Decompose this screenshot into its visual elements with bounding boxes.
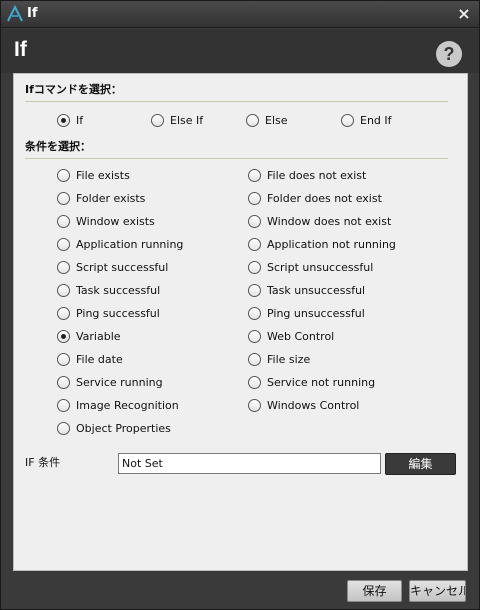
condition-radio-right-5[interactable]: Task unsuccessful <box>248 282 365 298</box>
radio-unchecked-icon[interactable] <box>57 214 70 228</box>
divider <box>25 158 448 159</box>
radio-label: Service not running <box>267 375 376 389</box>
radio-unchecked-icon[interactable] <box>248 191 261 205</box>
condition-radio-right-6[interactable]: Ping unsuccessful <box>248 305 365 321</box>
radio-label: Application running <box>76 237 184 251</box>
radio-unchecked-icon[interactable] <box>57 352 70 366</box>
radio-unchecked-icon[interactable] <box>57 398 70 412</box>
radio-checked-icon[interactable] <box>57 113 70 127</box>
window-title: If <box>27 6 38 21</box>
radio-label: Script successful <box>76 260 169 274</box>
radio-label: Windows Control <box>267 398 360 412</box>
radio-label: Script unsuccessful <box>267 260 374 274</box>
radio-unchecked-icon[interactable] <box>248 214 261 228</box>
radio-label: Object Properties <box>76 421 171 435</box>
radio-label: End If <box>360 113 392 127</box>
radio-unchecked-icon[interactable] <box>57 191 70 205</box>
radio-unchecked-icon[interactable] <box>248 237 261 251</box>
radio-label: File does not exist <box>267 168 367 182</box>
radio-unchecked-icon[interactable] <box>57 375 70 389</box>
radio-label: File exists <box>76 168 130 182</box>
radio-label: File date <box>76 352 123 366</box>
radio-label: Else <box>265 113 288 127</box>
radio-unchecked-icon[interactable] <box>246 113 259 127</box>
condition-radio-right-2[interactable]: Window does not exist <box>248 213 391 229</box>
radio-label: Window exists <box>76 214 155 228</box>
condition-radio-left-9[interactable]: Service running <box>57 374 163 390</box>
condition-radio-right-4[interactable]: Script unsuccessful <box>248 259 373 275</box>
cancel-button[interactable]: キャンセル <box>409 580 466 602</box>
main-panel: Ifコマンドを選択： If Else If Else End If 条件を選択： Fi… <box>13 73 468 571</box>
close-icon[interactable]: × <box>456 5 472 23</box>
condition-radio-right-3[interactable]: Application not running <box>248 236 396 252</box>
command-radio-1[interactable]: Else If <box>151 112 203 128</box>
radio-unchecked-icon[interactable] <box>248 260 261 274</box>
title-bar[interactable]: If × <box>1 1 479 28</box>
if-condition-field[interactable] <box>118 453 381 474</box>
edit-button[interactable]: 編集 <box>385 453 456 475</box>
condition-radio-left-5[interactable]: Task successful <box>57 282 160 298</box>
help-icon[interactable]: ? <box>436 41 462 67</box>
dialog-window: If × If ? Ifコマンドを選択： If Else If Else End If… <box>0 0 480 610</box>
radio-label: Window does not exist <box>267 214 392 228</box>
radio-label: Ping successful <box>76 306 160 320</box>
condition-radio-left-11[interactable]: Object Properties <box>57 420 171 436</box>
radio-unchecked-icon[interactable] <box>248 168 261 182</box>
condition-radio-left-7[interactable]: Variable <box>57 328 121 344</box>
save-button[interactable]: 保存 <box>347 580 402 602</box>
radio-label: Folder exists <box>76 191 146 205</box>
dialog-header: If <box>1 29 479 73</box>
command-radio-0[interactable]: If <box>57 112 83 128</box>
radio-label: File size <box>267 352 311 366</box>
radio-label: Variable <box>76 329 121 343</box>
condition-radio-right-10[interactable]: Windows Control <box>248 397 359 413</box>
radio-unchecked-icon[interactable] <box>57 260 70 274</box>
radio-unchecked-icon[interactable] <box>151 113 164 127</box>
condition-radio-right-1[interactable]: Folder does not exist <box>248 190 382 206</box>
condition-radio-left-8[interactable]: File date <box>57 351 123 367</box>
radio-unchecked-icon[interactable] <box>57 421 70 435</box>
radio-unchecked-icon[interactable] <box>248 283 261 297</box>
radio-label: Task successful <box>76 283 161 297</box>
page-title: If <box>14 38 27 61</box>
radio-unchecked-icon[interactable] <box>248 306 261 320</box>
radio-unchecked-icon[interactable] <box>57 237 70 251</box>
app-logo-icon <box>7 5 23 22</box>
radio-label: Image Recognition <box>76 398 179 412</box>
divider <box>25 101 448 102</box>
radio-unchecked-icon[interactable] <box>248 329 261 343</box>
radio-unchecked-icon[interactable] <box>57 168 70 182</box>
condition-radio-left-0[interactable]: File exists <box>57 167 130 183</box>
condition-radio-left-1[interactable]: Folder exists <box>57 190 145 206</box>
radio-label: Task unsuccessful <box>267 283 366 297</box>
condition-radio-left-2[interactable]: Window exists <box>57 213 155 229</box>
condition-radio-right-8[interactable]: File size <box>248 351 310 367</box>
radio-label: Application not running <box>267 237 396 251</box>
radio-unchecked-icon[interactable] <box>341 113 354 127</box>
condition-radio-right-0[interactable]: File does not exist <box>248 167 366 183</box>
condition-radio-left-10[interactable]: Image Recognition <box>57 397 179 413</box>
condition-radio-right-7[interactable]: Web Control <box>248 328 334 344</box>
command-section-label: Ifコマンドを選択： <box>25 83 122 96</box>
radio-unchecked-icon[interactable] <box>57 306 70 320</box>
condition-radio-right-9[interactable]: Service not running <box>248 374 375 390</box>
radio-unchecked-icon[interactable] <box>248 375 261 389</box>
condition-radio-left-6[interactable]: Ping successful <box>57 305 160 321</box>
radio-label: If <box>76 113 84 127</box>
radio-unchecked-icon[interactable] <box>248 398 261 412</box>
radio-unchecked-icon[interactable] <box>248 352 261 366</box>
command-radio-3[interactable]: End If <box>341 112 392 128</box>
radio-unchecked-icon[interactable] <box>57 283 70 297</box>
command-radio-2[interactable]: Else <box>246 112 288 128</box>
radio-label: Ping unsuccessful <box>267 306 365 320</box>
condition-radio-left-3[interactable]: Application running <box>57 236 183 252</box>
radio-label: Web Control <box>267 329 335 343</box>
radio-label: Service running <box>76 375 163 389</box>
if-condition-label: IF 条件 <box>25 456 61 469</box>
condition-section-label: 条件を選択： <box>25 140 91 153</box>
radio-checked-icon[interactable] <box>57 329 70 343</box>
radio-label: Else If <box>170 113 204 127</box>
condition-radio-left-4[interactable]: Script successful <box>57 259 168 275</box>
radio-label: Folder does not exist <box>267 191 382 205</box>
